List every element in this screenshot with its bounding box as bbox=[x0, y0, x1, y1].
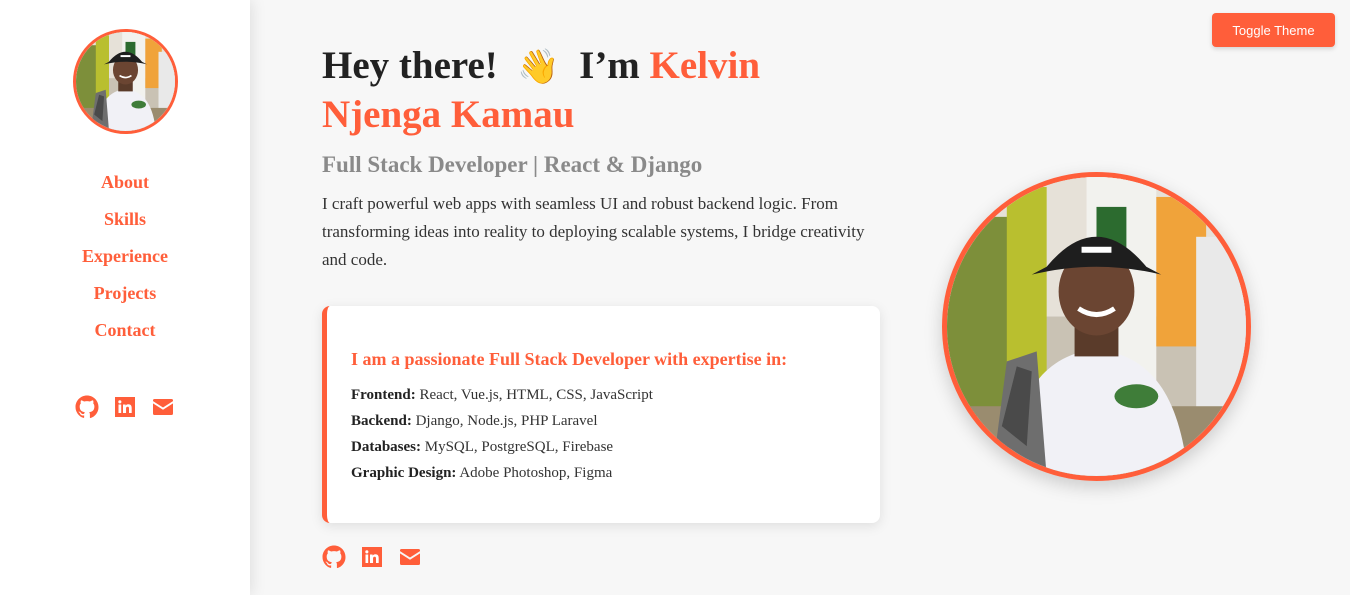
skill-value: Django, Node.js, PHP Laravel bbox=[411, 413, 598, 429]
nav-link-skills[interactable]: Skills bbox=[104, 201, 146, 238]
skill-value: MySQL, PostgreSQL, Firebase bbox=[421, 439, 614, 455]
skill-line-databases: Databases: MySQL, PostgreSQL, Firebase bbox=[351, 434, 880, 460]
sidebar-avatar bbox=[72, 29, 178, 134]
skill-value: React, Vue.js, HTML, CSS, JavaScript bbox=[415, 387, 653, 403]
skill-line-frontend: Frontend: React, Vue.js, HTML, CSS, Java… bbox=[351, 382, 880, 408]
sidebar-nav: About Skills Experience Projects Contact bbox=[82, 164, 168, 349]
hero-title: Hey there! 👋 I’m Kelvin Njenga Kamau bbox=[322, 42, 882, 138]
nav-link-projects[interactable]: Projects bbox=[94, 275, 157, 312]
skill-label: Databases: bbox=[351, 439, 421, 455]
skill-value: Adobe Photoshop, Figma bbox=[456, 465, 613, 481]
skill-label: Frontend: bbox=[351, 387, 416, 403]
expertise-heading: I am a passionate Full Stack Developer w… bbox=[351, 349, 788, 369]
expertise-card: I am a passionate Full Stack Developer w… bbox=[322, 306, 880, 523]
linkedin-icon[interactable] bbox=[113, 395, 137, 419]
nav-link-about[interactable]: About bbox=[101, 164, 149, 201]
waving-hand-icon: 👋 bbox=[517, 47, 560, 87]
github-icon[interactable] bbox=[322, 545, 346, 569]
toggle-theme-button[interactable]: Toggle Theme bbox=[1212, 13, 1335, 47]
hero-subtitle: Full Stack Developer | React & Django bbox=[322, 152, 703, 177]
skill-line-graphic-design: Graphic Design: Adobe Photoshop, Figma bbox=[351, 460, 880, 486]
hero-section: Hey there! 👋 I’m Kelvin Njenga Kamau Ful… bbox=[322, 0, 882, 569]
envelope-icon[interactable] bbox=[151, 395, 175, 419]
skill-label: Graphic Design: bbox=[351, 465, 457, 481]
skill-line-backend: Backend: Django, Node.js, PHP Laravel bbox=[351, 408, 880, 434]
hero-im: I’m bbox=[579, 44, 640, 87]
linkedin-icon[interactable] bbox=[360, 545, 384, 569]
profile-photo-small bbox=[76, 32, 175, 131]
nav-link-experience[interactable]: Experience bbox=[82, 238, 168, 275]
sidebar: About Skills Experience Projects Contact bbox=[0, 0, 250, 595]
hero-intro: I craft powerful web apps with seamless … bbox=[322, 194, 865, 269]
sidebar-social-links bbox=[75, 395, 175, 419]
hero-greeting: Hey there! bbox=[322, 44, 498, 87]
hero-social-links bbox=[322, 545, 882, 569]
skill-label: Backend: bbox=[351, 413, 412, 429]
nav-link-contact[interactable]: Contact bbox=[94, 312, 155, 349]
profile-portrait bbox=[942, 172, 1251, 481]
envelope-icon[interactable] bbox=[398, 545, 422, 569]
profile-photo-large bbox=[947, 177, 1246, 476]
github-icon[interactable] bbox=[75, 395, 99, 419]
